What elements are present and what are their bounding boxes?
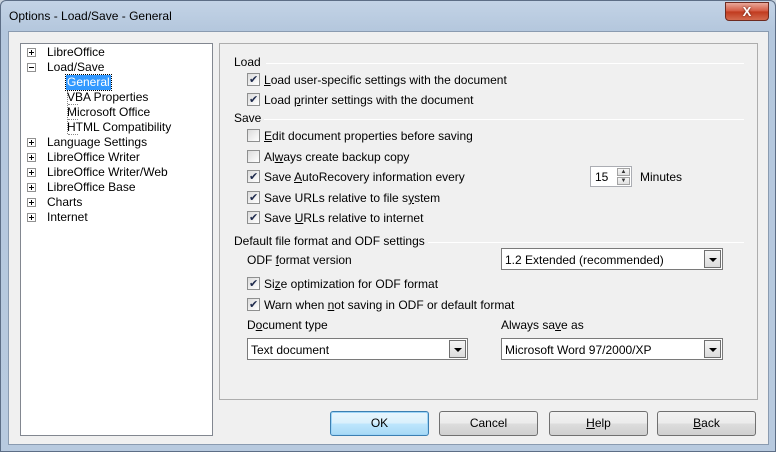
title-bar[interactable]: Options - Load/Save - General X xyxy=(1,1,775,31)
checkbox-box[interactable] xyxy=(247,72,260,88)
tree-item-vba-properties[interactable]: VBA Properties xyxy=(21,90,211,105)
expand-plus-icon[interactable] xyxy=(27,168,36,177)
chevron-down-icon[interactable] xyxy=(704,340,721,358)
dropdown-value: Microsoft Word 97/2000/XP xyxy=(505,343,652,357)
tree-item-label: Language Settings xyxy=(47,135,148,149)
tree-item-label: HTML Compatibility xyxy=(67,120,172,134)
always-save-as-dropdown[interactable]: Microsoft Word 97/2000/XP xyxy=(501,338,723,360)
document-type-label: Document type xyxy=(247,318,328,332)
expand-plus-icon[interactable] xyxy=(27,213,36,222)
tree-item-html-compatibility[interactable]: HTML Compatibility xyxy=(21,120,211,135)
help-button[interactable]: Help xyxy=(549,411,648,436)
tree-item-label: Internet xyxy=(47,210,88,224)
expand-plus-icon[interactable] xyxy=(27,48,36,57)
document-type-dropdown[interactable]: Text document xyxy=(247,338,468,360)
tree-item-label: Load/Save xyxy=(47,60,105,74)
checkbox-label: Load user-specific settings with the doc… xyxy=(264,73,507,87)
chevron-down-icon[interactable] xyxy=(449,340,466,358)
ok-button[interactable]: OK xyxy=(330,411,429,436)
checkbox-box[interactable] xyxy=(247,210,260,226)
close-icon: X xyxy=(742,4,752,19)
chevron-down-icon[interactable] xyxy=(704,250,721,268)
spin-up-icon[interactable]: ▲ xyxy=(617,168,630,176)
checkbox-box[interactable] xyxy=(247,129,260,142)
close-button[interactable]: X xyxy=(725,2,769,21)
checkbox-box[interactable] xyxy=(247,276,260,292)
tree-item-load-save[interactable]: Load/Save xyxy=(21,60,211,75)
always-save-as-label: Always save as xyxy=(501,318,584,332)
tree-item-label: Microsoft Office xyxy=(67,105,151,119)
tree-item-internet[interactable]: Internet xyxy=(21,210,211,225)
checkbox-label: Save AutoRecovery information every xyxy=(264,170,465,184)
tree-item-label: General xyxy=(65,74,112,91)
section-odf-heading: Default file format and ODF settings xyxy=(234,234,425,248)
tree-item-general[interactable]: General xyxy=(21,74,211,91)
checkbox-label: Load printer settings with the document xyxy=(264,93,474,107)
tree-item-language-settings[interactable]: Language Settings xyxy=(21,135,211,150)
checkbox-box[interactable] xyxy=(247,297,260,313)
tree-item-label: LibreOffice xyxy=(47,45,105,59)
tree-item-label: VBA Properties xyxy=(67,90,149,104)
tree-item-libreoffice-writer[interactable]: LibreOffice Writer xyxy=(21,150,211,165)
back-button[interactable]: Back xyxy=(657,411,756,436)
tree-item-microsoft-office[interactable]: Microsoft Office xyxy=(21,105,211,120)
spin-down-icon[interactable]: ▼ xyxy=(617,177,630,185)
checkbox-box[interactable] xyxy=(247,150,260,163)
checkbox-label: Save URLs relative to file system xyxy=(264,191,441,205)
tree-item-label: LibreOffice Writer xyxy=(47,150,140,164)
autorecovery-minutes-spinner[interactable]: 15 ▲ ▼ xyxy=(590,166,632,187)
expand-plus-icon[interactable] xyxy=(27,198,36,207)
dropdown-value: 1.2 Extended (recommended) xyxy=(505,253,664,267)
options-dialog: Options - Load/Save - General X LibreOff… xyxy=(0,0,776,452)
tree-item-label: Charts xyxy=(47,195,83,209)
spinner-buttons: ▲ ▼ xyxy=(617,168,630,185)
checkbox-box[interactable] xyxy=(247,92,260,108)
checkbox-label: Save URLs relative to internet xyxy=(264,211,424,225)
checkbox-label: Always create backup copy xyxy=(264,150,410,164)
tree-item-label: LibreOffice Writer/Web xyxy=(47,165,168,179)
tree-item-charts[interactable]: Charts xyxy=(21,195,211,210)
dialog-client: LibreOffice Load/Save General VBA Proper… xyxy=(8,31,769,445)
collapse-minus-icon[interactable] xyxy=(27,63,36,72)
odf-version-label: ODF format version xyxy=(247,253,352,267)
tree-item-libreoffice[interactable]: LibreOffice xyxy=(21,45,211,60)
checkbox-label: Warn when not saving in ODF or default f… xyxy=(264,298,515,312)
section-divider xyxy=(266,63,744,64)
minutes-label: Minutes xyxy=(640,170,683,184)
tree-item-libreoffice-base[interactable]: LibreOffice Base xyxy=(21,180,211,195)
settings-panel: Load Load user-specific settings with th… xyxy=(219,43,758,400)
section-load-heading: Load xyxy=(234,55,261,69)
expand-plus-icon[interactable] xyxy=(27,138,36,147)
checkbox-box[interactable] xyxy=(247,190,260,206)
spinner-value[interactable]: 15 xyxy=(595,170,608,184)
section-divider xyxy=(264,119,744,120)
options-tree[interactable]: LibreOffice Load/Save General VBA Proper… xyxy=(20,43,213,436)
checkbox-label: Edit document properties before saving xyxy=(264,129,473,143)
expand-plus-icon[interactable] xyxy=(27,183,36,192)
checkbox-label: Size optimization for ODF format xyxy=(264,277,439,291)
odf-version-dropdown[interactable]: 1.2 Extended (recommended) xyxy=(501,248,723,270)
window-title: Options - Load/Save - General xyxy=(9,9,172,23)
section-divider xyxy=(428,242,744,243)
tree-item-libreoffice-writer-web[interactable]: LibreOffice Writer/Web xyxy=(21,165,211,180)
expand-plus-icon[interactable] xyxy=(27,153,36,162)
dropdown-value: Text document xyxy=(251,343,330,357)
cancel-button[interactable]: Cancel xyxy=(439,411,538,436)
section-save-heading: Save xyxy=(234,111,262,125)
tree-item-label: LibreOffice Base xyxy=(47,180,136,194)
checkbox-box[interactable] xyxy=(247,169,260,185)
